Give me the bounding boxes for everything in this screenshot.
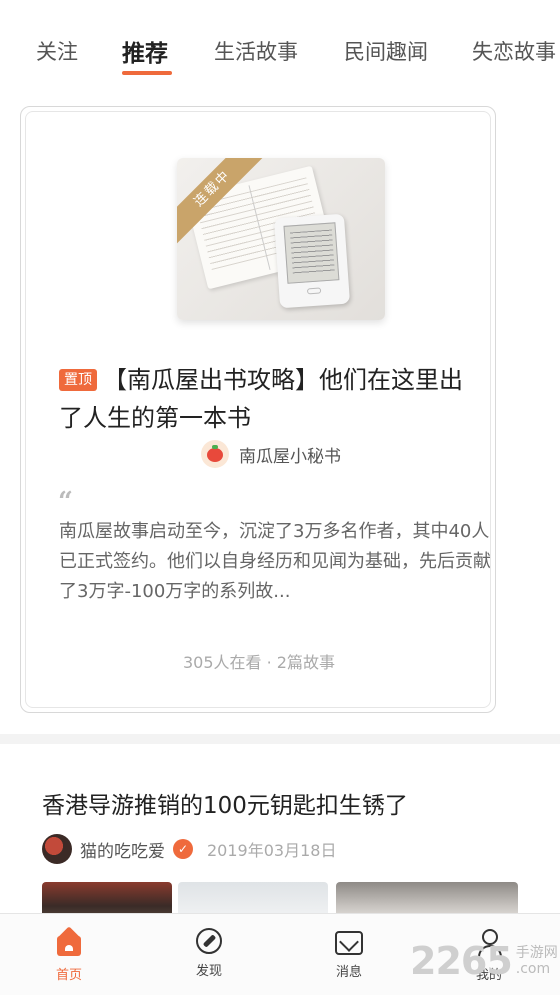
article-title[interactable]: 香港导游推销的100元钥匙扣生锈了 xyxy=(42,786,408,820)
article-date: 2019年03月18日 xyxy=(207,841,337,860)
pinned-badge: 置顶 xyxy=(59,369,97,391)
nav-messages[interactable]: 消息 xyxy=(309,928,389,980)
nav-home[interactable]: 首页 xyxy=(29,928,109,983)
nav-discover-label: 发现 xyxy=(195,964,222,979)
nav-home-label: 首页 xyxy=(55,968,82,983)
tomato-avatar-icon xyxy=(201,440,229,468)
featured-title-text: 【南瓜屋出书攻略】他们在这里出了人生的第一本书 xyxy=(59,366,463,432)
featured-author[interactable]: 南瓜屋小秘书 xyxy=(201,440,341,468)
author-avatar[interactable] xyxy=(42,834,72,864)
verified-badge-icon: ✓ xyxy=(173,839,193,859)
featured-author-name: 南瓜屋小秘书 xyxy=(239,446,341,467)
active-tab-indicator xyxy=(122,71,172,75)
compass-icon xyxy=(196,928,222,954)
tab-recommended[interactable]: 推荐 xyxy=(122,34,168,68)
quote-icon: “ xyxy=(58,487,73,517)
article-meta: 猫的吃吃爱 ✓ 2019年03月18日 xyxy=(42,834,336,864)
tab-folk-tales[interactable]: 民间趣闻 xyxy=(344,36,428,66)
featured-story-card[interactable]: 连载中 置顶 【南瓜屋出书攻略】他们在这里出了人生的第一本书 南瓜屋小秘书 “ 南… xyxy=(20,106,496,713)
featured-excerpt: 南瓜屋故事启动至今，沉淀了3万多名作者，其中40人已正式签约。他们以自身经历和见… xyxy=(59,521,491,602)
featured-title[interactable]: 置顶 【南瓜屋出书攻略】他们在这里出了人生的第一本书 xyxy=(59,361,479,437)
watermark-text: 手游网 .com xyxy=(516,945,558,977)
message-icon xyxy=(335,931,363,955)
nav-messages-label: 消息 xyxy=(335,965,362,980)
watermark-text-line1: 手游网 xyxy=(515,945,558,961)
article-author-name[interactable]: 猫的吃吃爱 xyxy=(80,837,165,862)
tab-breakup-stories[interactable]: 失恋故事 xyxy=(472,36,556,66)
nav-discover[interactable]: 发现 xyxy=(169,928,249,979)
watermark-text-line2: .com xyxy=(515,961,551,977)
category-tabs: 关注 推荐 生活故事 民间趣闻 失恋故事 xyxy=(0,0,560,100)
featured-stats: 305人在看 · 2篇故事 xyxy=(183,653,335,672)
tab-following[interactable]: 关注 xyxy=(36,36,78,66)
section-divider xyxy=(0,734,560,744)
ereader-illustration xyxy=(273,213,351,309)
home-icon xyxy=(54,928,84,958)
cover-image: 连载中 xyxy=(177,158,385,320)
tab-life-stories[interactable]: 生活故事 xyxy=(214,36,298,66)
watermark-number: 2265 xyxy=(410,939,513,983)
site-watermark: 2265 手游网 .com xyxy=(410,938,558,984)
